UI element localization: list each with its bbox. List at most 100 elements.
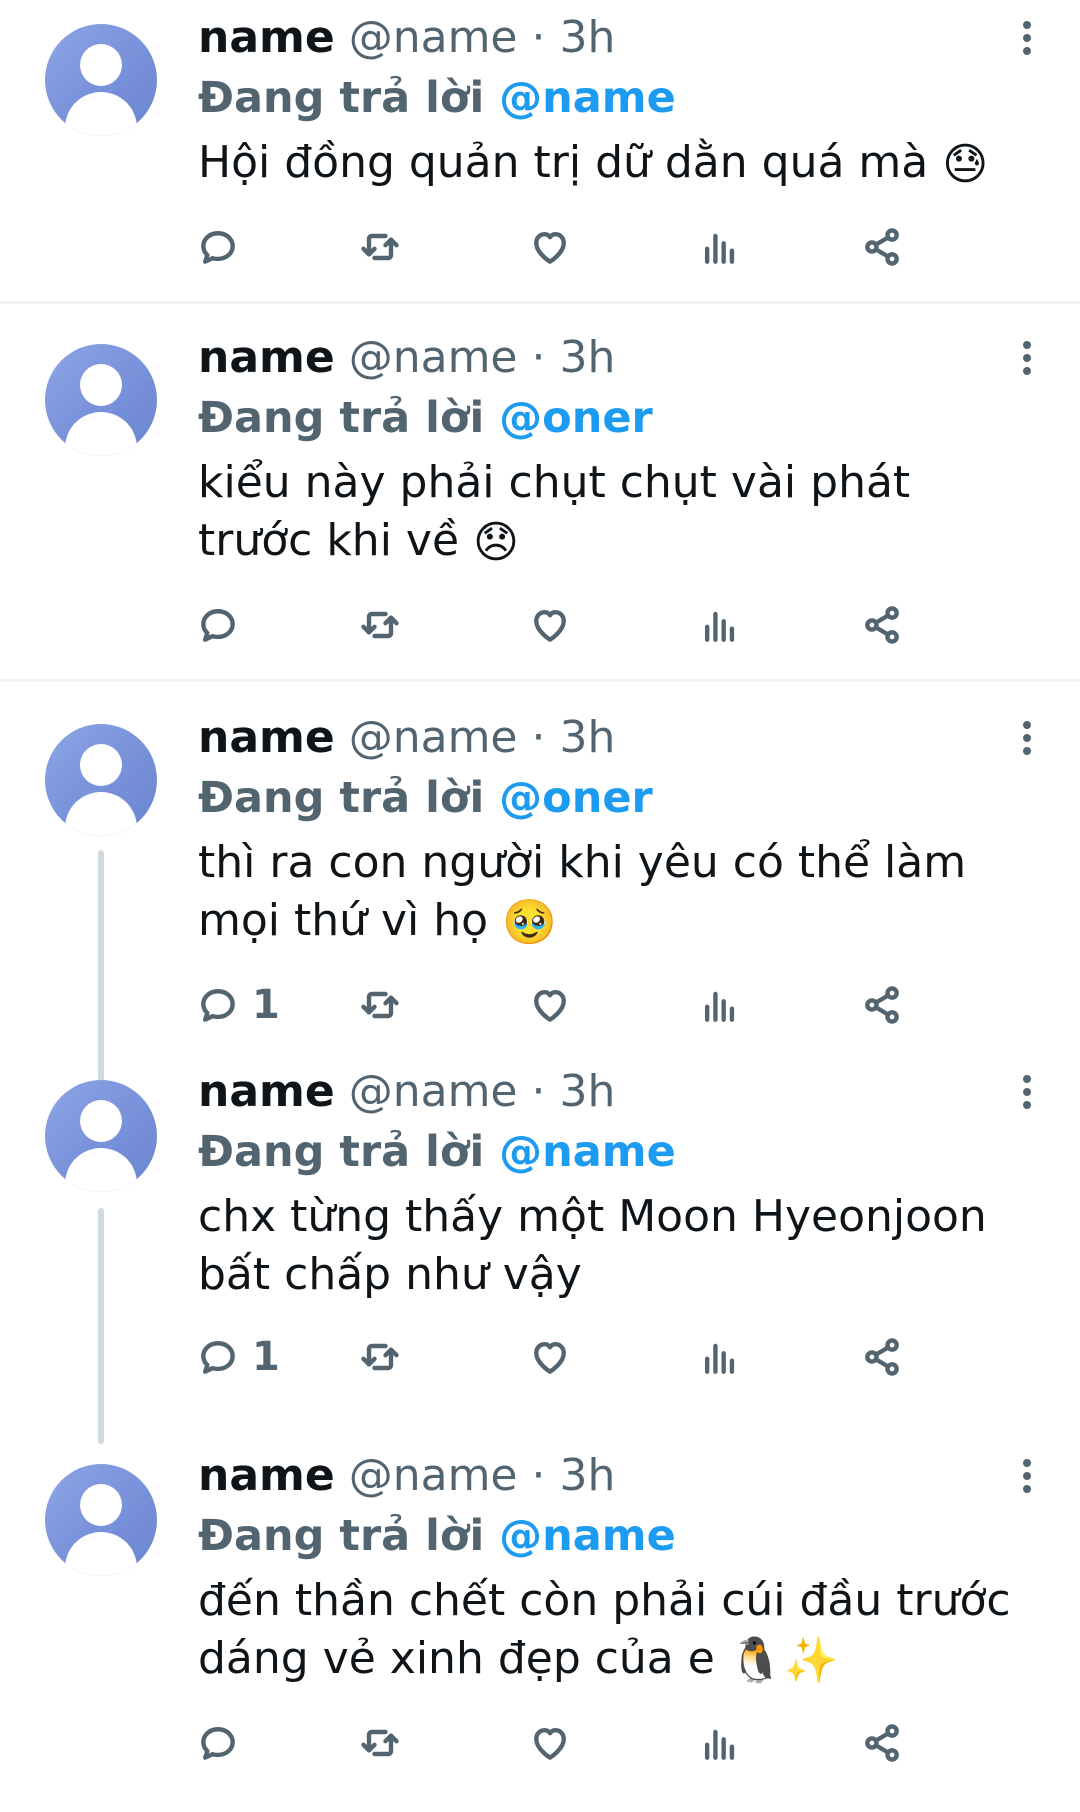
views-button[interactable]: [698, 1322, 742, 1392]
reply-feed: name @name · 3h Đang trả lời @name Hội đ…: [0, 0, 1080, 1812]
reply-icon: [201, 1727, 235, 1760]
replying-mention[interactable]: @oner: [499, 393, 653, 443]
replying-label: Đang trả lời: [198, 1511, 485, 1561]
replying-to: Đang trả lời @name: [198, 1122, 1040, 1182]
tweet-actions: [198, 1708, 1040, 1778]
replying-to: Đang trả lời @name: [198, 68, 1040, 128]
timestamp[interactable]: 3h: [560, 12, 616, 63]
tweet[interactable]: name @name · 3h Đang trả lời @oner kiểu …: [0, 304, 1080, 682]
reply-button[interactable]: [196, 1708, 252, 1778]
tweet[interactable]: name @name · 3h Đang trả lời @name đến t…: [0, 1446, 1080, 1812]
replying-mention[interactable]: @name: [499, 1511, 676, 1561]
tweet-actions: 1: [198, 970, 1040, 1040]
user-handle[interactable]: @name: [349, 1066, 518, 1117]
share-icon: [865, 986, 899, 1024]
separator: ·: [531, 1066, 546, 1117]
retweet-icon: [361, 991, 399, 1019]
tweet[interactable]: name @name · 3h Đang trả lời @name Hội đ…: [0, 0, 1080, 304]
tweet-header: name @name · 3h: [198, 1062, 1040, 1122]
like-button[interactable]: [528, 1708, 572, 1778]
display-name[interactable]: name: [198, 1450, 335, 1501]
separator: ·: [531, 712, 546, 763]
emoji: 🐧✨: [728, 1635, 839, 1686]
views-icon: [704, 611, 735, 642]
share-button[interactable]: [860, 212, 904, 282]
share-button[interactable]: [860, 970, 904, 1040]
like-button[interactable]: [528, 1322, 572, 1392]
reply-button[interactable]: [196, 212, 252, 282]
heart-icon: [534, 231, 566, 264]
tweet[interactable]: name @name · 3h Đang trả lời @oner thì r…: [0, 682, 1080, 1082]
tweet-text-content: Hội đồng quản trị dữ dằn quá mà: [198, 137, 929, 188]
timestamp[interactable]: 3h: [560, 1450, 616, 1501]
reply-button[interactable]: 1: [196, 970, 280, 1040]
timestamp[interactable]: 3h: [560, 332, 616, 383]
tweet-text-content: chx từng thấy một Moon Hyeonjoon bất chấ…: [198, 1191, 987, 1300]
user-handle[interactable]: @name: [349, 12, 518, 63]
views-icon: [704, 233, 735, 264]
user-handle[interactable]: @name: [349, 1450, 518, 1501]
replying-mention[interactable]: @oner: [499, 773, 653, 823]
replying-to: Đang trả lời @name: [198, 1506, 1040, 1566]
retweet-button[interactable]: [358, 590, 402, 660]
tweet-header: name @name · 3h: [198, 328, 1040, 388]
share-icon: [865, 606, 899, 644]
retweet-button[interactable]: [358, 970, 402, 1040]
retweet-button[interactable]: [358, 1708, 402, 1778]
views-icon: [704, 1343, 735, 1374]
share-icon: [865, 1338, 899, 1376]
reply-button[interactable]: 1: [196, 1322, 280, 1392]
tweet[interactable]: name @name · 3h Đang trả lời @name chx t…: [0, 1062, 1080, 1446]
like-button[interactable]: [528, 590, 572, 660]
tweet-text-content: thì ra con người khi yêu có thể làm mọi …: [198, 837, 967, 946]
user-handle[interactable]: @name: [349, 712, 518, 763]
retweet-icon: [361, 233, 399, 261]
tweet-text: kiểu này phải chụt chụt vài phát trước k…: [198, 454, 1040, 572]
views-button[interactable]: [698, 1708, 742, 1778]
replying-mention[interactable]: @name: [499, 73, 676, 123]
reply-button[interactable]: [196, 590, 252, 660]
tweet-actions: 1: [198, 1322, 1040, 1392]
tweet-text: đến thần chết còn phải cúi đầu trước dán…: [198, 1572, 1040, 1690]
share-button[interactable]: [860, 1322, 904, 1392]
timestamp[interactable]: 3h: [560, 1066, 616, 1117]
heart-icon: [534, 609, 566, 642]
emoji: 😞: [473, 517, 519, 568]
tweet-text: chx từng thấy một Moon Hyeonjoon bất chấ…: [198, 1188, 1040, 1304]
separator: ·: [531, 332, 546, 383]
replying-mention[interactable]: @name: [499, 1127, 676, 1177]
emoji: 😓: [942, 139, 989, 190]
heart-icon: [534, 989, 566, 1022]
reply-icon: [201, 989, 235, 1022]
display-name[interactable]: name: [198, 12, 335, 63]
tweet-text: Hội đồng quản trị dữ dằn quá mà 😓: [198, 134, 1040, 194]
reply-icon: [201, 609, 235, 642]
retweet-button[interactable]: [358, 1322, 402, 1392]
share-button[interactable]: [860, 590, 904, 660]
separator: ·: [531, 1450, 546, 1501]
views-button[interactable]: [698, 212, 742, 282]
retweet-button[interactable]: [358, 212, 402, 282]
share-button[interactable]: [860, 1708, 904, 1778]
retweet-icon: [361, 1343, 399, 1371]
share-icon: [865, 1724, 899, 1762]
views-button[interactable]: [698, 970, 742, 1040]
display-name[interactable]: name: [198, 712, 335, 763]
replying-label: Đang trả lời: [198, 73, 485, 123]
replying-label: Đang trả lời: [198, 393, 485, 443]
like-button[interactable]: [528, 212, 572, 282]
tweet-header: name @name · 3h: [198, 8, 1040, 68]
views-button[interactable]: [698, 590, 742, 660]
timestamp[interactable]: 3h: [560, 712, 616, 763]
display-name[interactable]: name: [198, 332, 335, 383]
like-button[interactable]: [528, 970, 572, 1040]
tweet-header: name @name · 3h: [198, 708, 1040, 768]
replying-to: Đang trả lời @oner: [198, 768, 1040, 828]
display-name[interactable]: name: [198, 1066, 335, 1117]
user-handle[interactable]: @name: [349, 332, 518, 383]
reply-icon: [201, 231, 235, 264]
emoji: 🥹: [502, 897, 557, 948]
tweet-actions: [198, 590, 1040, 660]
views-icon: [704, 991, 735, 1022]
heart-icon: [534, 1727, 566, 1760]
